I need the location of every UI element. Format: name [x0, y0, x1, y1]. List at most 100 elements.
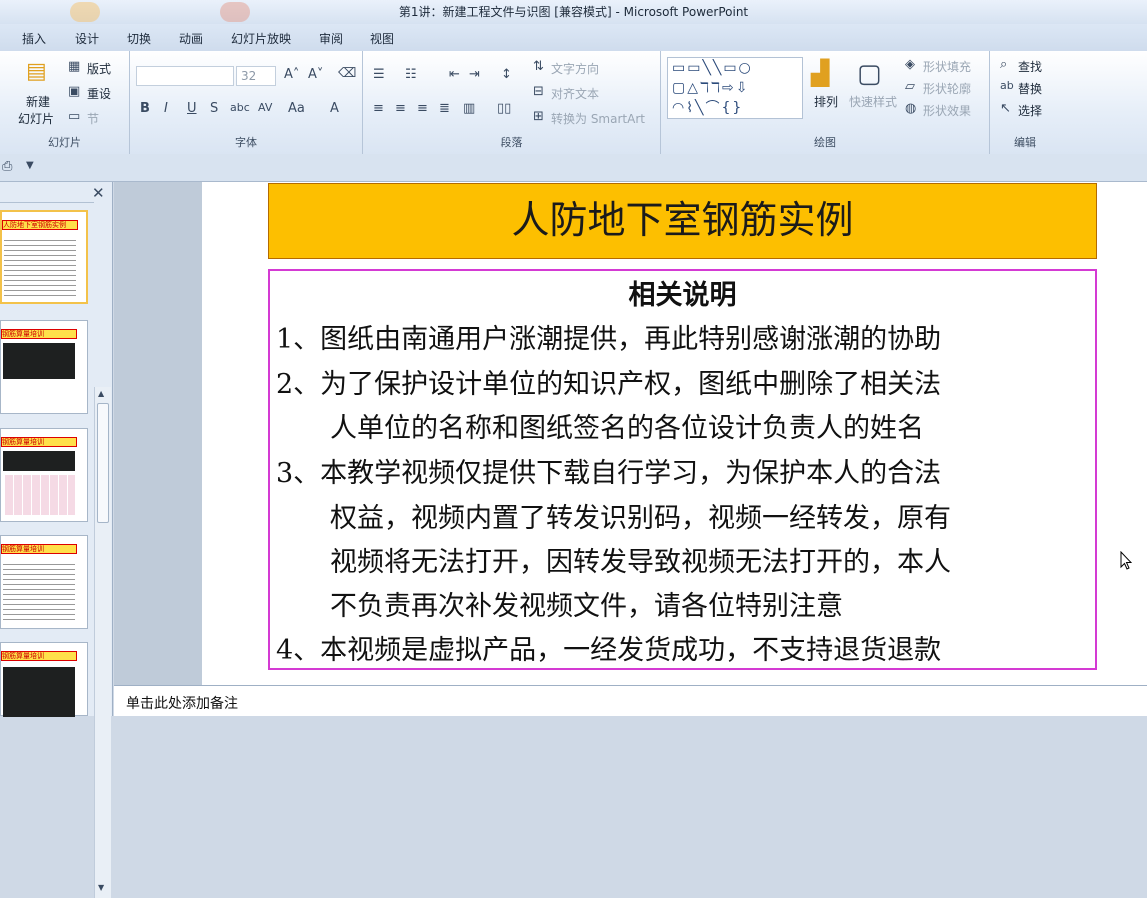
ribbon-tabs: 插入 设计 切换 动画 幻灯片放映 审阅 视图	[0, 24, 1147, 51]
slide-thumbnail-3[interactable]: 钢筋算量培训	[0, 428, 88, 522]
numbering-icon[interactable]: ☷	[405, 67, 417, 82]
tab-animations[interactable]: 动画	[179, 30, 203, 47]
scroll-up-icon[interactable]: ▲	[98, 389, 104, 398]
slides-panel-scrollbar[interactable]: ▲ ▼	[94, 387, 111, 898]
app-icon	[70, 2, 100, 22]
layout-button[interactable]: 版式	[87, 60, 111, 77]
slide-body-textbox[interactable]: 相关说明 1、图纸由南通用户涨潮提供，再此特别感谢涨潮的协助 2、为了保护设计单…	[268, 269, 1097, 670]
shape-outline-button[interactable]: 形状轮廓	[923, 80, 971, 97]
quick-styles-button[interactable]: 快速样式	[849, 93, 897, 110]
paragraph-group-label: 段落	[500, 136, 523, 149]
underline-icon[interactable]: U	[187, 101, 197, 116]
shape-fill-button[interactable]: 形状填充	[923, 58, 971, 75]
align-left-icon[interactable]: ≡	[373, 101, 384, 116]
italic-icon[interactable]: I	[164, 101, 168, 116]
tab-slideshow[interactable]: 幻灯片放映	[231, 30, 291, 47]
find-button[interactable]: 查找	[1018, 58, 1042, 75]
convert-smartart-button[interactable]: 转换为 SmartArt	[551, 110, 645, 127]
change-case-icon[interactable]: Aa	[288, 101, 305, 116]
shape-effects-icon: ◍	[905, 101, 917, 116]
ribbon: ▤ 新建 幻灯片 ▦ 版式 ▣ 重设 ▭ 节 幻灯片 32 A˄ A˅ ⌫ B …	[0, 51, 1147, 154]
customize-dropdown-icon[interactable]: ▼	[26, 160, 34, 171]
strikethrough-icon[interactable]: abc	[230, 101, 250, 114]
select-icon: ↖	[1000, 101, 1011, 116]
tab-review[interactable]: 审阅	[319, 30, 343, 47]
title-bar: 第1讲：新建工程文件与识图 [兼容模式] - Microsoft PowerPo…	[0, 0, 1147, 24]
body-line: 人单位的名称和图纸签名的各位设计负责人的姓名	[276, 413, 924, 444]
body-line: 视频将无法打开，因转发导致视频无法打开的，本人	[276, 547, 951, 578]
drawing-group-label: 绘图	[814, 136, 836, 149]
slide-thumbnail-4[interactable]: 钢筋算量培训	[0, 535, 88, 629]
layout-icon: ▦	[68, 59, 81, 74]
distributed-icon[interactable]: ▥	[463, 101, 475, 116]
body-line: 2、为了保护设计单位的知识产权，图纸中删除了相关法	[276, 369, 942, 400]
slide-subtitle: 相关说明	[628, 280, 737, 311]
thumbnail-title: 钢筋算量培训	[1, 651, 77, 661]
slide-thumbnail-2[interactable]: 钢筋算量培训	[0, 320, 88, 414]
slide-title[interactable]: 人防地下室钢筋实例	[268, 183, 1097, 259]
align-center-icon[interactable]: ≡	[395, 101, 406, 116]
section-button[interactable]: 节	[87, 110, 99, 127]
font-name-box[interactable]	[136, 66, 234, 86]
shape-effects-button[interactable]: 形状效果	[923, 102, 971, 119]
tab-design[interactable]: 设计	[75, 30, 99, 47]
slide-thumbnail-1[interactable]: 人防地下室钢筋实例	[0, 210, 88, 304]
text-direction-button[interactable]: 文字方向	[551, 60, 599, 77]
close-panel-icon[interactable]: ✕	[92, 184, 105, 202]
align-right-icon[interactable]: ≡	[417, 101, 428, 116]
new-slide-icon: ▤	[26, 59, 47, 84]
char-spacing-icon[interactable]: AV	[258, 101, 272, 114]
align-text-button[interactable]: 对齐文本	[551, 85, 599, 102]
slides-group: ▤ 新建 幻灯片 ▦ 版式 ▣ 重设 ▭ 节 幻灯片	[0, 51, 130, 154]
quick-access-toolbar: ⎙ ▼	[0, 154, 1147, 182]
scrollbar-thumb[interactable]	[97, 403, 109, 523]
quick-styles-icon: ▢	[857, 59, 882, 89]
new-slide-button-line1[interactable]: 新建	[26, 93, 50, 110]
shadow-icon[interactable]: S	[210, 101, 218, 116]
replace-button[interactable]: 替换	[1018, 80, 1042, 97]
clear-format-icon[interactable]: ⌫	[338, 66, 356, 81]
justify-icon[interactable]: ≣	[439, 101, 450, 116]
new-slide-button-line2[interactable]: 幻灯片	[18, 110, 54, 127]
columns-icon[interactable]: ▯▯	[497, 101, 511, 116]
arrange-button[interactable]: 排列	[814, 93, 838, 110]
thumbnail-title: 人防地下室钢筋实例	[2, 220, 78, 230]
scroll-down-icon[interactable]: ▼	[98, 883, 104, 892]
replace-icon: ab	[1000, 79, 1014, 92]
thumbnail-title: 钢筋算量培训	[1, 329, 77, 339]
body-line: 3、本教学视频仅提供下载自行学习，为保护本人的合法	[276, 458, 942, 489]
print-icon[interactable]: ⎙	[2, 159, 12, 174]
shapes-gallery[interactable]: ▭▭╲╲▭○ ▢△ℸℸ⇨⇩ ◠⌇╲⌒{}	[667, 57, 803, 119]
drawing-group: ▭▭╲╲▭○ ▢△ℸℸ⇨⇩ ◠⌇╲⌒{} ▟ 排列 ▢ 快速样式 ◈ 形状填充 ▱ …	[661, 51, 990, 154]
tab-transitions[interactable]: 切换	[127, 30, 151, 47]
section-icon: ▭	[68, 109, 81, 124]
reset-button[interactable]: 重设	[87, 85, 111, 102]
bold-icon[interactable]: B	[140, 101, 150, 116]
slide-thumbnail-5[interactable]: 钢筋算量培训	[0, 642, 88, 717]
grow-font-icon[interactable]: A˄	[284, 67, 299, 82]
line-spacing-icon[interactable]: ↕	[501, 67, 512, 82]
font-size-box[interactable]: 32	[236, 66, 276, 86]
tab-insert[interactable]: 插入	[22, 30, 46, 47]
thumbnail-title: 钢筋算量培训	[1, 544, 77, 554]
decrease-indent-icon[interactable]: ⇤	[449, 67, 460, 82]
select-button[interactable]: 选择	[1018, 102, 1042, 119]
qat-icon	[220, 2, 250, 22]
smartart-icon: ⊞	[533, 109, 544, 124]
notes-pane[interactable]: 单击此处添加备注	[114, 685, 1147, 716]
body-line: 4、本视频是虚拟产品，一经发货成功，不支持退货退款	[276, 635, 942, 666]
body-line: 1、图纸由南通用户涨潮提供，再此特别感谢涨潮的协助	[276, 324, 942, 355]
font-color-icon[interactable]: A	[330, 101, 339, 116]
thumbnail-title: 钢筋算量培训	[1, 437, 77, 447]
text-direction-icon: ⇅	[533, 59, 544, 74]
body-line: 不负责再次补发视频文件，请各位特别注意	[276, 591, 843, 622]
window-title: 第1讲：新建工程文件与识图 [兼容模式] - Microsoft PowerPo…	[398, 5, 749, 19]
slide-canvas: 人防地下室钢筋实例 相关说明 1、图纸由南通用户涨潮提供，再此特别感谢涨潮的协助…	[114, 182, 1147, 685]
tab-view[interactable]: 视图	[370, 30, 394, 47]
slides-group-label: 幻灯片	[48, 136, 81, 149]
shrink-font-icon[interactable]: A˅	[308, 67, 323, 82]
increase-indent-icon[interactable]: ⇥	[469, 67, 480, 82]
bullets-icon[interactable]: ☰	[373, 67, 385, 82]
font-group: 32 A˄ A˅ ⌫ B I U S abc AV Aa A 字体	[130, 51, 363, 154]
arrange-icon: ▟	[811, 59, 830, 87]
